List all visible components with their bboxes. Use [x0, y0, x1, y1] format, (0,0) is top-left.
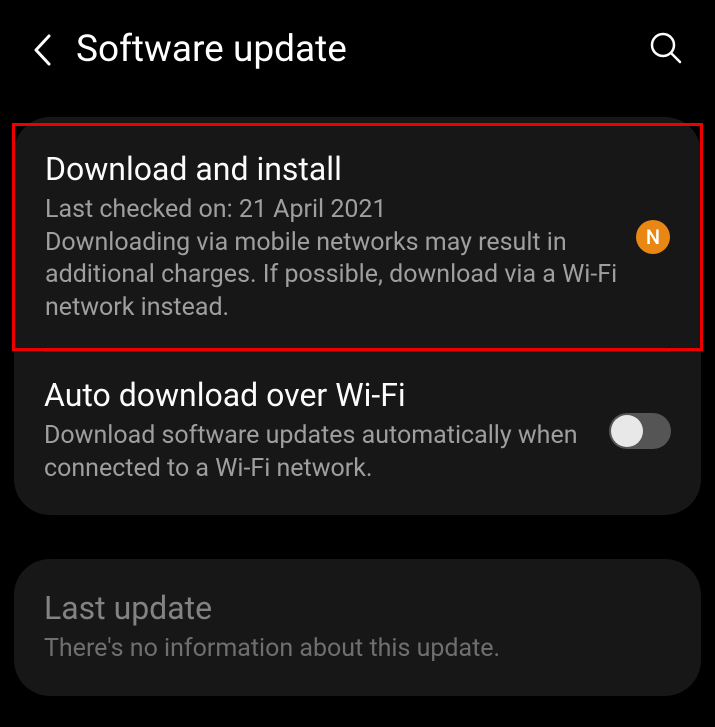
- last-update-desc: There's no information about this update…: [44, 633, 671, 666]
- page-title: Software update: [76, 28, 347, 71]
- header-left: Software update: [32, 28, 347, 71]
- download-install-title: Download and install: [45, 150, 618, 188]
- last-update-title: Last update: [44, 589, 671, 627]
- card-last-update: Last update There's no information about…: [14, 559, 701, 696]
- toggle-knob: [611, 415, 643, 447]
- auto-download-title: Auto download over Wi-Fi: [44, 376, 591, 414]
- highlight-annotation: Download and install Last checked on: 21…: [12, 123, 703, 351]
- row-download-install[interactable]: Download and install Last checked on: 21…: [15, 126, 700, 348]
- chevron-left-icon: [32, 33, 52, 67]
- row-text: Download and install Last checked on: 21…: [45, 150, 618, 324]
- row-auto-download[interactable]: Auto download over Wi-Fi Download softwa…: [14, 352, 701, 509]
- search-button[interactable]: [649, 31, 683, 69]
- app-header: Software update: [0, 0, 715, 89]
- card-updates: Download and install Last checked on: 21…: [14, 117, 701, 515]
- back-button[interactable]: [32, 33, 52, 67]
- row-text: Auto download over Wi-Fi Download softwa…: [44, 376, 591, 485]
- row-last-update[interactable]: Last update There's no information about…: [14, 565, 701, 690]
- auto-download-desc: Download software updates automatically …: [44, 420, 591, 485]
- row-text: Last update There's no information about…: [44, 589, 671, 666]
- notification-badge: N: [636, 220, 670, 254]
- content-area: Download and install Last checked on: 21…: [0, 117, 715, 696]
- search-icon: [649, 31, 683, 65]
- auto-download-toggle[interactable]: [609, 413, 671, 449]
- download-install-desc: Last checked on: 21 April 2021 Downloadi…: [45, 194, 618, 324]
